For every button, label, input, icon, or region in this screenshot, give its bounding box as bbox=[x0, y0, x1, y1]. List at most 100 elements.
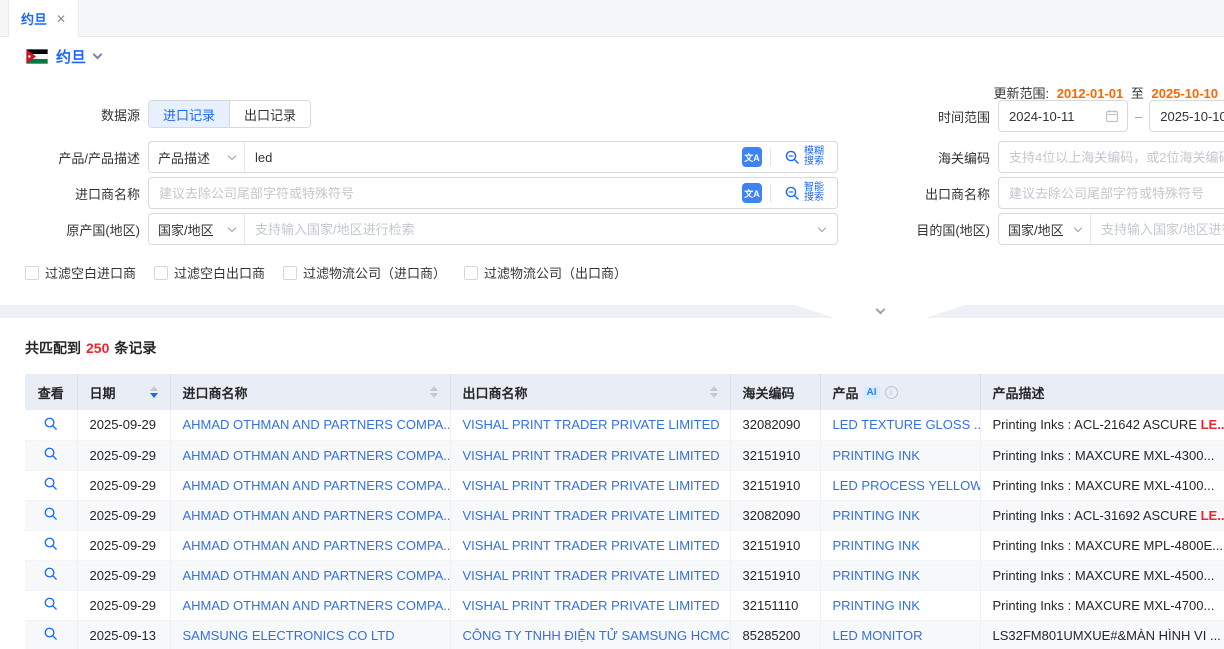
exporter-link[interactable]: VISHAL PRINT TRADER PRIVATE LIMITED bbox=[450, 560, 730, 590]
product-link[interactable]: PRINTING INK bbox=[820, 530, 980, 560]
results-table: 查看 日期 进口商名称 出口商名称 海关编码 产品 bbox=[25, 374, 1224, 649]
product-link[interactable]: LED PROCESS YELLOW... bbox=[820, 470, 980, 500]
panel-divider bbox=[0, 305, 1224, 318]
importer-link[interactable]: AHMAD OTHMAN AND PARTNERS COMPA... bbox=[170, 470, 450, 500]
description-cell: Printing Inks : MAXCURE MPL-4800E... bbox=[980, 530, 1224, 560]
start-date-field[interactable] bbox=[998, 100, 1128, 132]
origin-country-input[interactable] bbox=[245, 214, 819, 244]
view-record-button[interactable] bbox=[25, 590, 77, 620]
origin-fieldbox: 国家/地区 bbox=[148, 213, 838, 245]
description-cell: Printing Inks : ACL-21642 ASCURE LE... bbox=[980, 410, 1224, 440]
destination-country-input[interactable] bbox=[1091, 214, 1224, 244]
importer-link[interactable]: SAMSUNG ELECTRONICS CO LTD bbox=[170, 620, 450, 649]
checkbox-filter-blank-importer[interactable]: 过滤空白进口商 bbox=[25, 263, 136, 282]
exporter-link[interactable]: VISHAL PRINT TRADER PRIVATE LIMITED bbox=[450, 590, 730, 620]
export-records-tab[interactable]: 出口记录 bbox=[229, 101, 310, 127]
date-cell: 2025-09-29 bbox=[77, 590, 170, 620]
product-type-select[interactable]: 产品描述 bbox=[149, 142, 245, 172]
chevron-down-icon bbox=[228, 152, 236, 160]
tab-jordan[interactable]: 约旦 ✕ bbox=[8, 0, 79, 37]
checkbox-icon[interactable] bbox=[464, 266, 478, 280]
importer-link[interactable]: AHMAD OTHMAN AND PARTNERS COMPA... bbox=[170, 440, 450, 470]
view-record-button[interactable] bbox=[25, 530, 77, 560]
sort-icon-exporter[interactable] bbox=[710, 386, 718, 398]
smart-search-button[interactable]: 智能搜索 bbox=[771, 178, 837, 208]
column-header-date[interactable]: 日期 bbox=[77, 374, 170, 410]
checkbox-filter-logistics-exporter[interactable]: 过滤物流公司（出口商） bbox=[464, 263, 627, 282]
checkbox-filter-logistics-importer[interactable]: 过滤物流公司（进口商） bbox=[283, 263, 446, 282]
ai-badge: AI bbox=[864, 386, 880, 399]
results-panel: 共匹配到250条记录 查看 日期 进口商名称 bbox=[0, 318, 1224, 649]
date-cell: 2025-09-29 bbox=[77, 410, 170, 440]
tab-close-icon[interactable]: ✕ bbox=[56, 12, 66, 26]
view-record-button[interactable] bbox=[25, 560, 77, 590]
chevron-down-icon bbox=[818, 224, 826, 232]
product-link[interactable]: PRINTING INK bbox=[820, 440, 980, 470]
description-cell: LS32FM801UMXUE#&MÀN HÌNH VI ... bbox=[980, 620, 1224, 649]
exporter-link[interactable]: CÔNG TY TNHH ĐIỆN TỬ SAMSUNG HCMC... bbox=[450, 620, 730, 649]
hs-code-input[interactable] bbox=[999, 142, 1224, 172]
hs-code-cell: 32151910 bbox=[730, 470, 820, 500]
exporter-link[interactable]: VISHAL PRINT TRADER PRIVATE LIMITED bbox=[450, 470, 730, 500]
destination-country-select[interactable]: 国家/地区 bbox=[999, 214, 1091, 244]
end-date-input[interactable] bbox=[1150, 101, 1224, 131]
date-cell: 2025-09-29 bbox=[77, 560, 170, 590]
data-source-label: 数据源 bbox=[0, 105, 148, 124]
checkbox-icon[interactable] bbox=[25, 266, 39, 280]
update-range-end: 2025-10-10 bbox=[1152, 86, 1219, 101]
product-link[interactable]: LED TEXTURE GLOSS ... bbox=[820, 410, 980, 440]
info-icon[interactable]: i bbox=[885, 386, 898, 399]
view-record-button[interactable] bbox=[25, 620, 77, 649]
view-record-button[interactable] bbox=[25, 410, 77, 440]
table-row: 2025-09-29AHMAD OTHMAN AND PARTNERS COMP… bbox=[25, 470, 1224, 500]
column-header-exporter[interactable]: 出口商名称 bbox=[450, 374, 730, 410]
country-header[interactable]: 约旦 bbox=[26, 46, 101, 67]
product-link[interactable]: PRINTING INK bbox=[820, 560, 980, 590]
origin-country-select[interactable]: 国家/地区 bbox=[149, 214, 245, 244]
start-date-input[interactable] bbox=[999, 101, 1105, 131]
product-link[interactable]: PRINTING INK bbox=[820, 500, 980, 530]
hs-code-cell: 32082090 bbox=[730, 410, 820, 440]
import-records-tab[interactable]: 进口记录 bbox=[149, 101, 229, 127]
hs-code-cell: 32151110 bbox=[730, 590, 820, 620]
country-name: 约旦 bbox=[56, 46, 86, 67]
hs-code-label: 海关编码 bbox=[850, 148, 998, 167]
product-search-input[interactable] bbox=[245, 142, 742, 172]
tab-bar: 约旦 ✕ bbox=[0, 0, 1224, 37]
checkbox-icon[interactable] bbox=[283, 266, 297, 280]
importer-link[interactable]: AHMAD OTHMAN AND PARTNERS COMPA... bbox=[170, 410, 450, 440]
product-fieldbox: 产品描述 文A 模糊搜索 bbox=[148, 141, 838, 173]
date-cell: 2025-09-29 bbox=[77, 470, 170, 500]
exporter-name-input[interactable] bbox=[999, 178, 1224, 208]
exporter-link[interactable]: VISHAL PRINT TRADER PRIVATE LIMITED bbox=[450, 530, 730, 560]
checkbox-icon[interactable] bbox=[154, 266, 168, 280]
results-count: 250 bbox=[86, 340, 109, 356]
product-link[interactable]: PRINTING INK bbox=[820, 590, 980, 620]
end-date-field[interactable] bbox=[1149, 100, 1224, 132]
importer-link[interactable]: AHMAD OTHMAN AND PARTNERS COMPA... bbox=[170, 590, 450, 620]
exporter-link[interactable]: VISHAL PRINT TRADER PRIVATE LIMITED bbox=[450, 500, 730, 530]
fuzzy-search-button[interactable]: 模糊搜索 bbox=[771, 142, 837, 172]
exporter-link[interactable]: VISHAL PRINT TRADER PRIVATE LIMITED bbox=[450, 440, 730, 470]
hs-code-cell: 85285200 bbox=[730, 620, 820, 649]
importer-link[interactable]: AHMAD OTHMAN AND PARTNERS COMPA... bbox=[170, 560, 450, 590]
sort-icon-date[interactable] bbox=[150, 386, 158, 398]
checkbox-filter-blank-exporter[interactable]: 过滤空白出口商 bbox=[154, 263, 265, 282]
importer-link[interactable]: AHMAD OTHMAN AND PARTNERS COMPA... bbox=[170, 500, 450, 530]
filter-checkbox-row: 过滤空白进口商 过滤空白出口商 过滤物流公司（进口商） 过滤物流公司（出口商） bbox=[25, 263, 627, 282]
translate-icon[interactable]: 文A bbox=[742, 147, 762, 167]
exporter-link[interactable]: VISHAL PRINT TRADER PRIVATE LIMITED bbox=[450, 410, 730, 440]
sort-icon-importer[interactable] bbox=[430, 386, 438, 398]
destination-fieldbox: 国家/地区 bbox=[998, 213, 1224, 245]
product-label: 产品/产品描述 bbox=[0, 148, 148, 167]
view-record-button[interactable] bbox=[25, 440, 77, 470]
product-link[interactable]: LED MONITOR bbox=[820, 620, 980, 649]
column-header-importer[interactable]: 进口商名称 bbox=[170, 374, 450, 410]
importer-link[interactable]: AHMAD OTHMAN AND PARTNERS COMPA... bbox=[170, 530, 450, 560]
view-record-button[interactable] bbox=[25, 500, 77, 530]
view-record-button[interactable] bbox=[25, 470, 77, 500]
hs-code-cell: 32151910 bbox=[730, 560, 820, 590]
table-row: 2025-09-29AHMAD OTHMAN AND PARTNERS COMP… bbox=[25, 500, 1224, 530]
translate-icon[interactable]: 文A bbox=[742, 183, 762, 203]
importer-name-input[interactable] bbox=[149, 178, 742, 208]
